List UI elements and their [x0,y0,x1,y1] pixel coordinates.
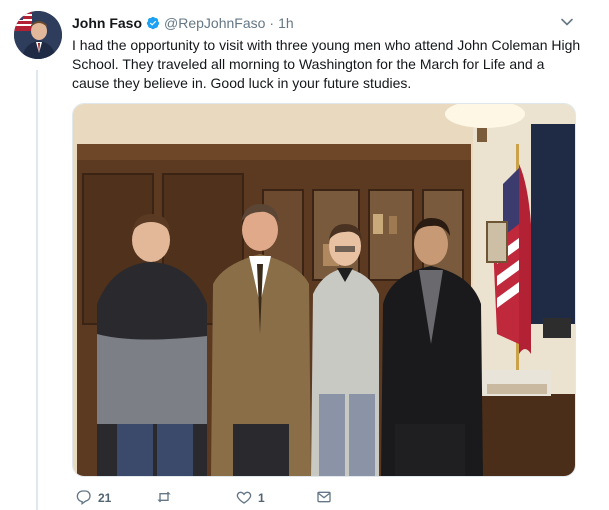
like-button[interactable]: 1 [236,488,265,508]
chevron-down-icon[interactable] [560,15,574,29]
tweet-header: John Faso @RepJohnFaso · 1h [72,13,294,33]
envelope-icon [316,489,332,508]
tweet-photo[interactable] [72,103,576,477]
separator-dot: · [269,15,275,31]
direct-message-button[interactable] [316,488,332,508]
heart-icon [236,489,252,508]
retweet-icon [156,489,172,508]
timestamp[interactable]: 1h [278,15,294,31]
tweet-text: I had the opportunity to visit with thre… [72,37,581,91]
tweet-actions: 21 1 [72,488,432,508]
reply-count: 21 [98,491,112,505]
thread-line [36,70,38,510]
like-count: 1 [258,491,265,505]
reply-button[interactable]: 21 [76,488,111,508]
verified-badge-icon [146,16,160,30]
reply-icon [76,489,92,508]
user-handle[interactable]: @RepJohnFaso [164,15,265,31]
retweet-button[interactable] [156,488,178,508]
avatar[interactable] [14,11,62,59]
display-name[interactable]: John Faso [72,15,142,31]
